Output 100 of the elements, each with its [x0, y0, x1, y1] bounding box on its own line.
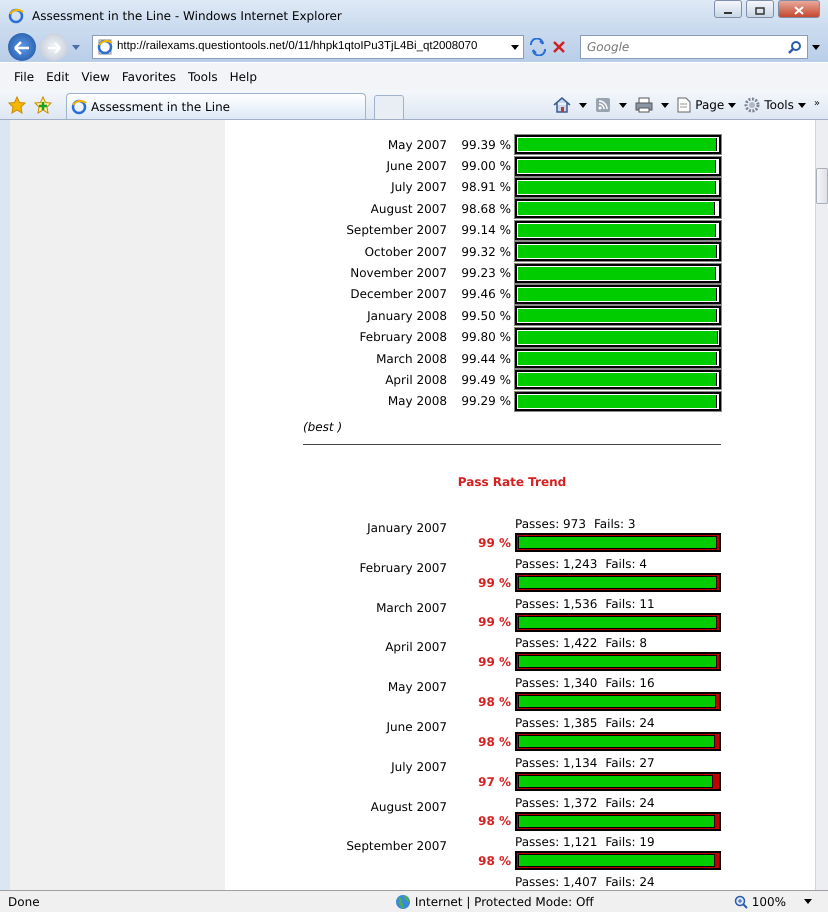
fails-count: Fails: 27 [605, 754, 655, 772]
menu-item[interactable]: View [75, 66, 116, 88]
maximize-icon [755, 6, 765, 15]
printer-icon[interactable] [635, 97, 654, 113]
score-value: 99.23 % [460, 265, 512, 282]
month-label: June 2007 [384, 158, 447, 176]
search-field[interactable]: Google [580, 35, 808, 59]
url-text: http://railexams.questiontools.net/0/11/hhpk1qtoIPu3TjL4Bi_qt2008070 [117, 39, 478, 54]
score-value: 98.91 % [460, 179, 512, 196]
menu-item[interactable]: Help [224, 66, 263, 88]
close-button[interactable] [778, 0, 820, 18]
passes-count: Passes: 1,536 [515, 596, 598, 613]
dropdown-caret-icon [728, 102, 736, 108]
passes-count: Passes: 1,121 [515, 834, 598, 852]
add-favorite-icon[interactable] [34, 96, 52, 114]
pass-rate-value: 98 % [478, 813, 511, 830]
score-value: 99.46 % [460, 286, 512, 304]
search-icon [788, 40, 802, 54]
browser-tab[interactable]: Assessment in the Line [66, 93, 366, 119]
dropdown-caret-icon[interactable] [661, 102, 670, 108]
stop-icon[interactable] [552, 40, 566, 54]
dropdown-caret-icon [798, 102, 806, 108]
month-label: December 2007 [349, 286, 447, 304]
passes-count: Passes: 1,372 [515, 794, 598, 812]
home-icon[interactable] [553, 97, 572, 113]
back-button[interactable] [8, 33, 36, 61]
month-label: May 2007 [386, 136, 447, 154]
score-value: 99.44 % [460, 350, 512, 368]
month-label: January 2008 [366, 308, 447, 325]
fails-count: Fails: 11 [605, 596, 655, 613]
fails-count: Fails: 24 [605, 794, 655, 812]
pass-rate-value: 99 % [478, 614, 511, 632]
dropdown-caret-icon[interactable] [619, 102, 628, 108]
page-menu-button[interactable]: Page [677, 96, 736, 114]
menu-item[interactable]: File [8, 66, 40, 88]
passes-count: Passes: 973 [515, 516, 586, 534]
month-label: November 2007 [349, 265, 447, 282]
passes-count: Passes: 1,243 [515, 556, 598, 573]
month-label: April 2007 [385, 640, 447, 654]
refresh-icon[interactable] [528, 38, 548, 56]
month-label: March 2007 [376, 600, 447, 615]
passes-count: Passes: 1,385 [515, 715, 598, 732]
maximize-button[interactable] [746, 0, 774, 18]
passes-count: Passes: 1,422 [515, 635, 598, 652]
dropdown-caret-icon[interactable] [579, 102, 588, 108]
month-label: July 2007 [390, 179, 447, 196]
fails-count: Fails: 3 [594, 516, 636, 534]
dropdown-caret-icon[interactable] [804, 899, 812, 904]
month-label: September 2007 [345, 222, 447, 240]
month-label: August 2007 [370, 800, 447, 814]
month-label: May 2007 [388, 680, 447, 694]
pass-rate-value: 98 % [478, 734, 511, 751]
pass-rate-value: 99 % [478, 534, 511, 552]
security-zone: Internet | Protected Mode: Off [394, 892, 594, 910]
forward-arrow-icon [47, 42, 61, 54]
month-label: June 2007 [386, 720, 447, 734]
minimize-button[interactable] [714, 0, 742, 18]
score-value: 99.29 % [460, 393, 512, 410]
month-label: February 2007 [359, 560, 447, 575]
fails-count: Fails: 24 [605, 715, 655, 732]
note-text: (best ) [303, 419, 344, 436]
menu-item[interactable]: Edit [40, 66, 76, 88]
zoom-level-button[interactable]: 100% [734, 892, 786, 910]
scrollbar-thumb[interactable] [816, 168, 828, 204]
pass-rate-value: 98 % [478, 694, 511, 712]
more-tools-button[interactable]: » [814, 96, 820, 111]
month-label: August 2007 [370, 200, 447, 218]
score-value: 99.49 % [460, 372, 512, 389]
close-icon [794, 6, 804, 16]
score-value: 99.32 % [460, 244, 512, 261]
fails-count: Fails: 4 [605, 556, 647, 573]
month-label: January 2007 [367, 521, 447, 536]
passes-count: Passes: 1,134 [515, 754, 598, 772]
score-value: 99.80 % [460, 329, 512, 346]
pass-rate-value: 97 % [478, 774, 511, 791]
tools-menu-button[interactable]: Tools [744, 96, 806, 114]
browser-logo-icon [8, 8, 24, 24]
score-value: 99.39 % [460, 136, 512, 154]
page-icon [677, 97, 692, 113]
dropdown-caret-icon[interactable] [812, 44, 820, 50]
month-label: October 2007 [364, 244, 447, 261]
month-label: September 2007 [346, 839, 447, 854]
pass-rate-value: 99 % [478, 574, 511, 592]
pass-rate-value: 98 % [478, 853, 511, 870]
globe-icon [394, 894, 411, 910]
zoom-icon [734, 894, 748, 908]
url-field[interactable]: http://railexams.questiontools.net/0/11/hhpk1qtoIPu3TjL4Bi_qt2008070 [92, 35, 524, 59]
feed-icon[interactable] [595, 97, 612, 113]
fails-count: Fails: 16 [605, 675, 655, 692]
score-value: 99.14 % [460, 222, 512, 240]
page-icon [97, 39, 113, 55]
month-label: April 2008 [384, 372, 447, 389]
fails-count: Fails: 8 [605, 635, 647, 652]
favorites-star-icon[interactable] [8, 96, 26, 114]
menu-item[interactable]: Favorites [116, 66, 182, 88]
window-title: Assessment in the Line - Windows Internet Explorer [32, 8, 343, 25]
score-value: 99.50 % [460, 308, 512, 325]
menu-item[interactable]: Tools [182, 66, 224, 88]
fails-count: Fails: 24 [605, 874, 655, 890]
vertical-scrollbar[interactable] [815, 120, 828, 890]
